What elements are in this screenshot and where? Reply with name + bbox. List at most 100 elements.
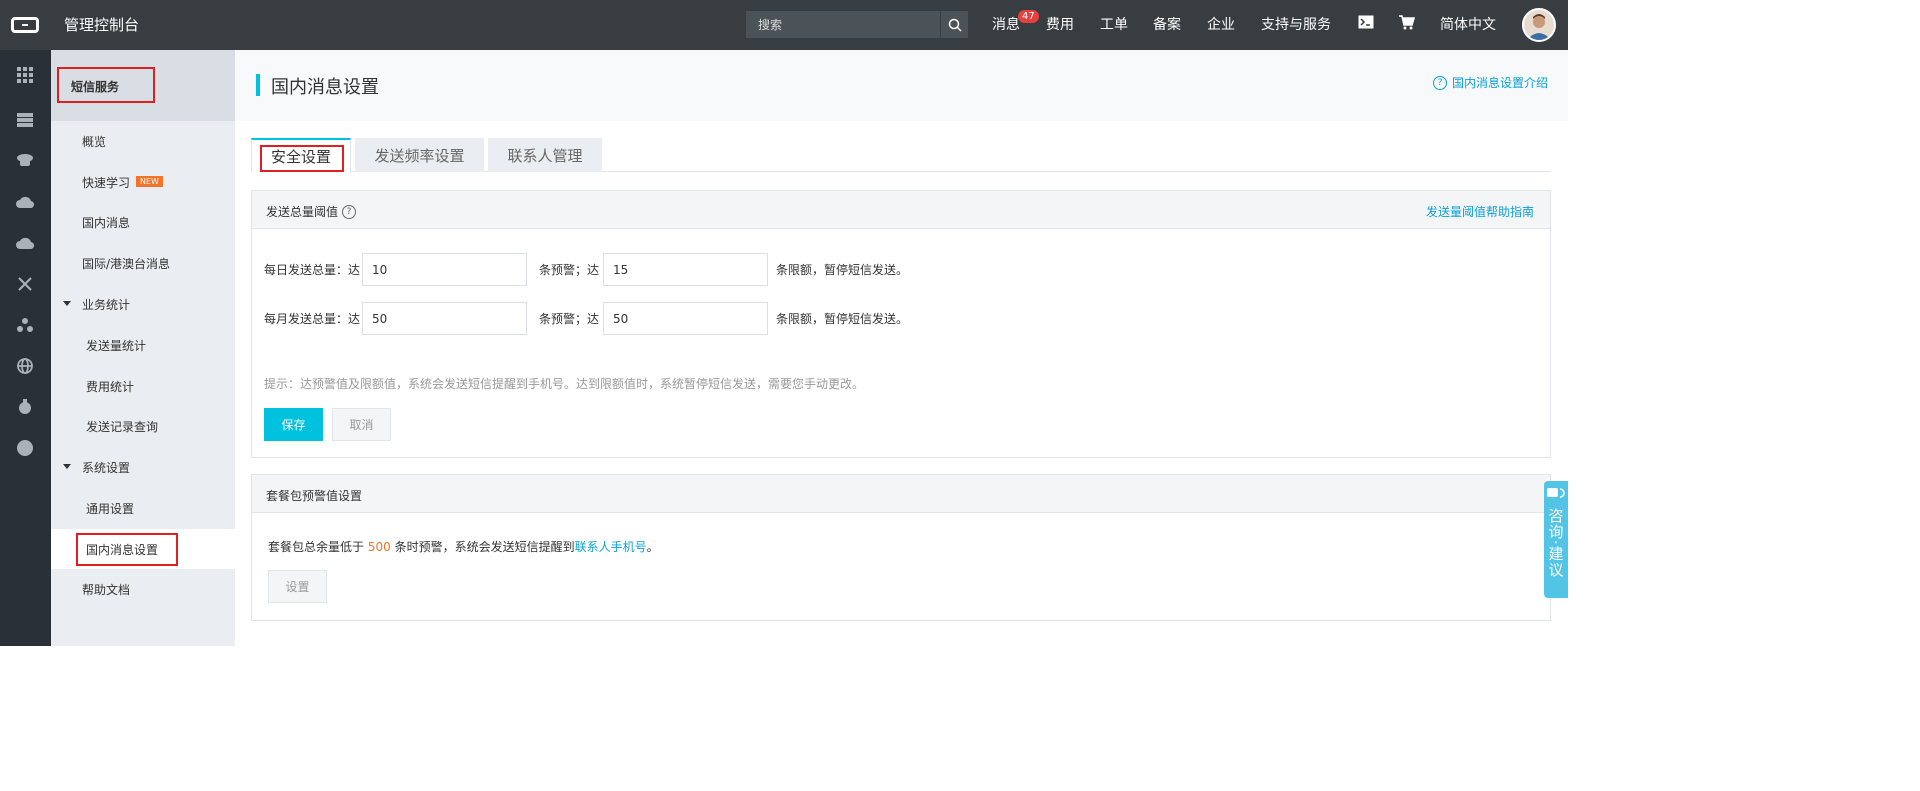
sidebar-item-domestic[interactable]: 国内消息	[51, 202, 235, 242]
sidebar-item-label: 国际/港澳台消息	[82, 256, 171, 271]
console-title[interactable]: 管理控制台	[64, 14, 139, 35]
settings-gear-icon[interactable]	[16, 398, 34, 416]
messages-badge: 47	[1018, 10, 1039, 23]
nav-messages[interactable]: 消息	[992, 14, 1020, 34]
daily-threshold-row: 每日发送总量：达 条预警；达 条限额，暂停短信发送。	[264, 253, 908, 286]
monthly-warn-input[interactable]	[362, 302, 528, 335]
language-switch[interactable]: 简体中文	[1440, 14, 1496, 34]
grid-icon[interactable]	[16, 66, 34, 84]
sidebar-item-label: 通用设置	[86, 501, 135, 516]
sidebar-item-label: 发送量统计	[86, 338, 147, 353]
sidebar-item-label: 系统设置	[82, 460, 131, 475]
top-bar: 管理控制台 消息 47 费用 工单 备案 企业 支持与服务 简体中文	[0, 0, 1568, 50]
product-icon-rail	[0, 50, 51, 646]
sidebar-item-cost-stats[interactable]: 费用统计	[51, 366, 235, 406]
monthly-label: 每月发送总量：达	[264, 312, 361, 326]
sidebar-item-label: 国内消息设置	[86, 542, 159, 557]
user-avatar[interactable]	[1522, 8, 1556, 42]
tab-contacts[interactable]: 联系人管理	[488, 138, 602, 172]
server-icon[interactable]	[16, 111, 34, 129]
threshold-tip: 提示：达预警值及限额值，系统会发送短信提醒到手机号。达到限额值时，系统暂停短信发…	[264, 377, 865, 391]
sidebar-item-international[interactable]: 国际/港澳台消息	[51, 243, 235, 283]
search-input[interactable]	[746, 11, 940, 38]
threshold-panel: 发送总量阈值 ? 发送量阈值帮助指南 每日发送总量：达 条预警；达 条限额，暂停…	[251, 190, 1551, 458]
threshold-panel-title: 发送总量阈值	[266, 205, 339, 219]
settings-tabs: 安全设置 发送频率设置 联系人管理	[251, 138, 1551, 173]
monthly-limit-input[interactable]	[603, 302, 769, 335]
nav-support[interactable]: 支持与服务	[1261, 14, 1331, 34]
sidebar-group-statistics[interactable]: 业务统计	[51, 284, 235, 324]
nav-billing[interactable]: 费用	[1046, 14, 1074, 34]
sidebar-group-system-settings[interactable]: 系统设置	[51, 447, 235, 487]
search-box	[746, 11, 968, 38]
main-content: 国内消息设置 ? 国内消息设置介绍 安全设置 发送频率设置 联系人管理 发送总量…	[235, 50, 1568, 646]
monthly-threshold-row: 每月发送总量：达 条预警；达 条限额，暂停短信发送。	[264, 302, 908, 335]
sidebar-item-domestic-settings[interactable]: 国内消息设置	[51, 529, 235, 569]
question-circle-icon: ?	[1432, 75, 1447, 90]
package-panel-title: 套餐包预警值设置	[266, 489, 363, 503]
page-help-link-label: 国内消息设置介绍	[1451, 76, 1548, 90]
search-icon[interactable]	[940, 11, 968, 38]
tab-label: 联系人管理	[507, 146, 583, 165]
package-text-before: 套餐包总余量低于	[268, 540, 365, 554]
sidebar-item-label: 业务统计	[82, 297, 131, 312]
set-button[interactable]: 设置	[268, 570, 327, 603]
side-menu: 短信服务 概览 快速学习 NEW 国内消息 国际/港澳台消息 业务统计 发送量统计…	[51, 50, 235, 646]
database-icon[interactable]	[16, 152, 34, 170]
terminal-icon[interactable]	[1358, 15, 1374, 33]
daily-warn-input[interactable]	[362, 253, 528, 286]
sidebar-item-label: 帮助文档	[82, 582, 131, 597]
package-panel: 套餐包预警值设置 套餐包总余量低于 500 条时预警，系统会发送短信提醒到联系人…	[251, 474, 1551, 621]
circle-icon[interactable]	[16, 439, 34, 457]
contact-phone-link[interactable]: 联系人手机号	[575, 540, 647, 554]
package-threshold-value: 500	[367, 540, 391, 554]
sidebar-item-send-stats[interactable]: 发送量统计	[51, 325, 235, 365]
sidebar-item-help-docs[interactable]: 帮助文档	[51, 569, 235, 609]
sidebar-item-quick-start[interactable]: 快速学习 NEW	[51, 162, 235, 202]
monthly-end-label: 条限额，暂停短信发送。	[776, 312, 909, 326]
page-help-link[interactable]: ? 国内消息设置介绍	[1432, 74, 1548, 91]
sidebar-item-send-records[interactable]: 发送记录查询	[51, 406, 235, 446]
cancel-button[interactable]: 取消	[332, 408, 391, 441]
daily-mid-label: 条预警；达	[539, 263, 600, 277]
threshold-help-link[interactable]: 发送量阈值帮助指南	[1426, 203, 1534, 220]
question-circle-icon[interactable]: ?	[342, 204, 357, 219]
package-text-middle: 条时预警，系统会发送短信提醒到	[394, 540, 575, 554]
sidebar-item-label: 概览	[82, 134, 107, 149]
sidebar-item-label: 国内消息	[82, 215, 131, 230]
nav-icp[interactable]: 备案	[1153, 14, 1181, 34]
sidebar-item-label: 快速学习	[82, 175, 131, 190]
cluster-icon[interactable]	[16, 316, 34, 334]
daily-end-label: 条限额，暂停短信发送。	[776, 263, 909, 277]
tab-label: 发送频率设置	[374, 146, 465, 165]
chat-icon	[1547, 487, 1565, 502]
threshold-panel-header: 发送总量阈值 ? 发送量阈值帮助指南	[252, 191, 1550, 229]
caret-down-icon	[63, 301, 71, 306]
consult-feedback-widget[interactable]: 咨询·建议	[1544, 481, 1568, 598]
caret-down-icon	[63, 464, 71, 469]
monthly-mid-label: 条预警；达	[539, 312, 600, 326]
network-icon[interactable]	[16, 275, 34, 293]
tab-frequency[interactable]: 发送频率设置	[355, 138, 484, 172]
sidebar-item-general-settings[interactable]: 通用设置	[51, 488, 235, 528]
package-description: 套餐包总余量低于 500 条时预警，系统会发送短信提醒到联系人手机号。	[268, 538, 659, 555]
daily-label: 每日发送总量：达	[264, 263, 361, 277]
globe-icon[interactable]	[16, 357, 34, 375]
cloud-storage-icon[interactable]	[16, 193, 34, 211]
daily-limit-input[interactable]	[603, 253, 769, 286]
consult-label: 咨询·建议	[1546, 508, 1565, 578]
save-button[interactable]: 保存	[264, 408, 323, 441]
page-header: 国内消息设置 ? 国内消息设置介绍	[235, 50, 1568, 121]
title-accent-bar	[256, 74, 260, 96]
sidebar-item-overview[interactable]: 概览	[51, 121, 235, 161]
aliyun-logo-icon[interactable]	[0, 0, 50, 50]
tab-security[interactable]: 安全设置	[251, 138, 351, 173]
cloud-upload-icon[interactable]	[16, 234, 34, 252]
package-panel-header: 套餐包预警值设置	[252, 475, 1550, 513]
nav-tickets[interactable]: 工单	[1100, 14, 1128, 34]
sidebar-item-label: 发送记录查询	[86, 419, 159, 434]
service-title[interactable]: 短信服务	[57, 67, 155, 103]
nav-enterprise[interactable]: 企业	[1207, 14, 1235, 34]
highlight-box	[260, 145, 344, 172]
cart-icon[interactable]	[1399, 15, 1416, 34]
